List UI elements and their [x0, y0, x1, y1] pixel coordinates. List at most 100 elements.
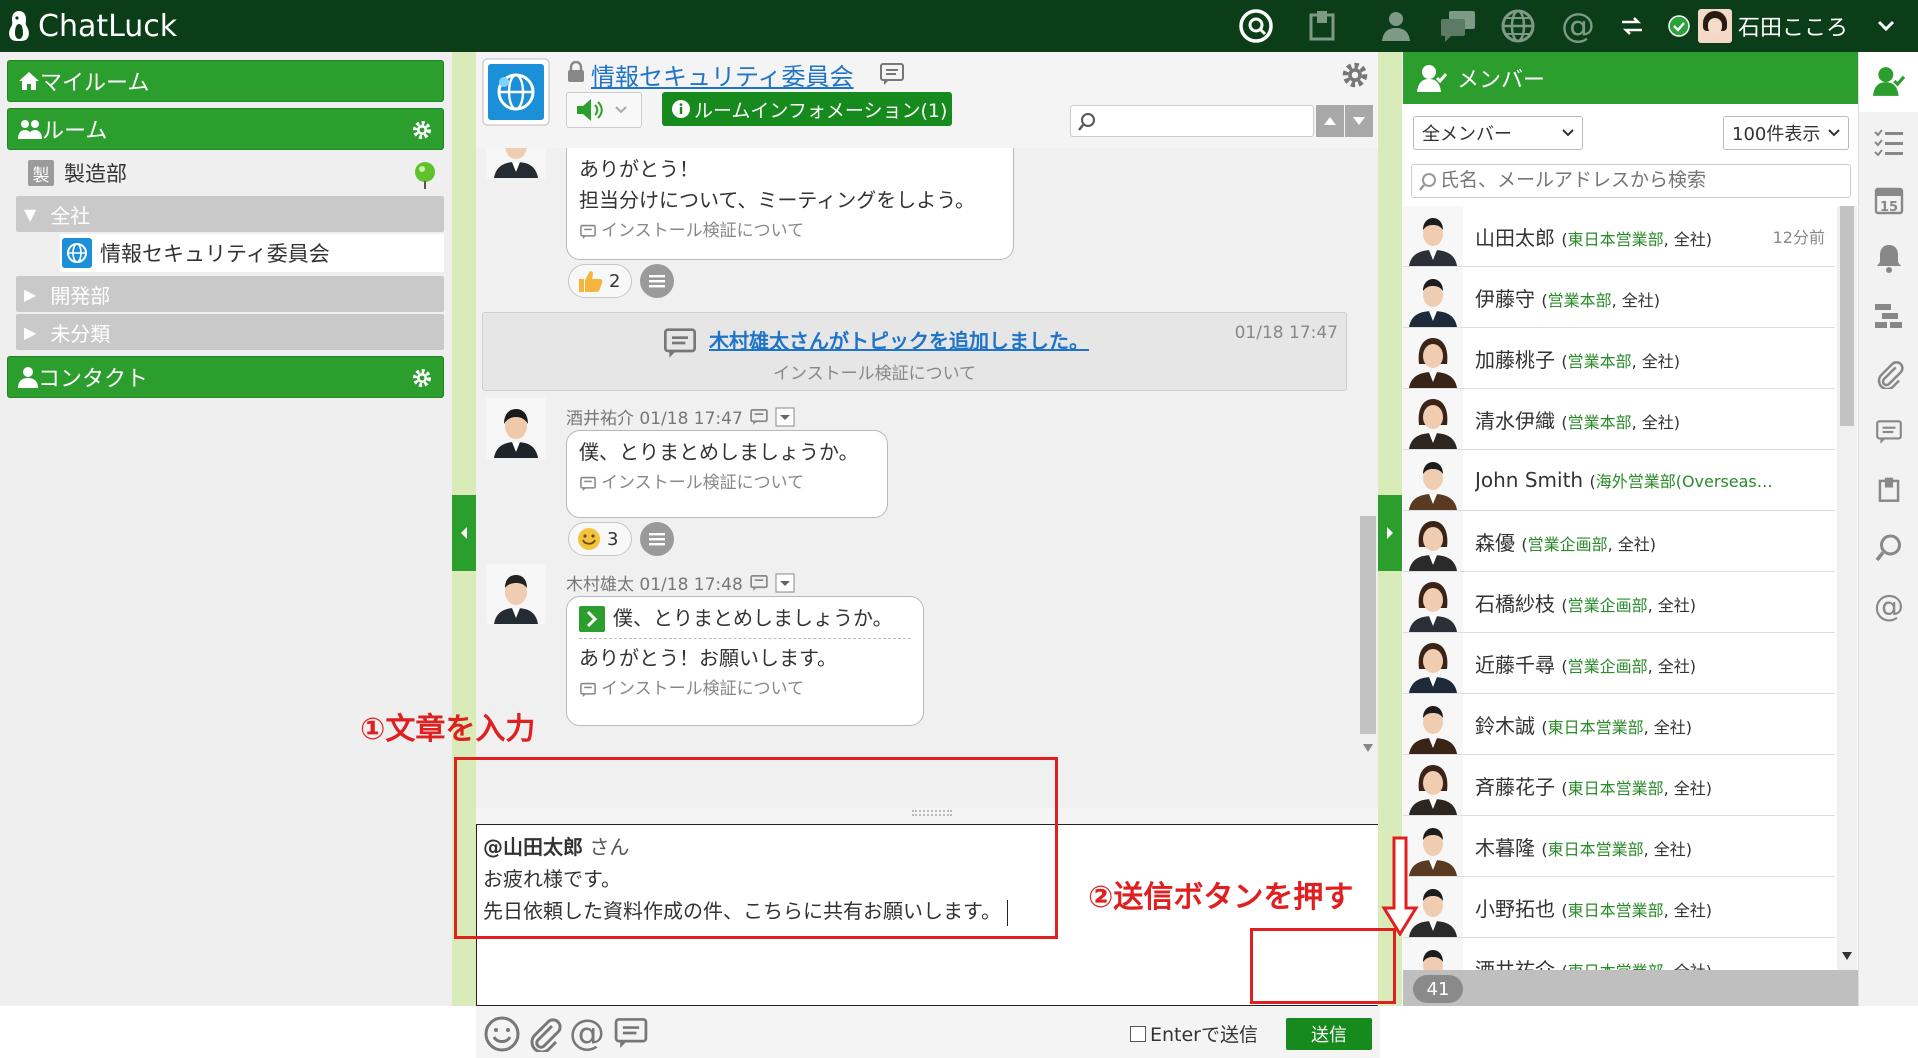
mention-icon[interactable]: @ [568, 1014, 606, 1052]
message-menu-dropdown-icon[interactable] [775, 573, 795, 593]
topic-icon[interactable] [612, 1016, 650, 1050]
member-name-line: 森優 (営業企画部, 全社) [1475, 527, 1656, 556]
search-prev-button[interactable] [1316, 105, 1344, 137]
scrollbar-thumb[interactable] [1360, 516, 1376, 734]
scroll-down-arrow-icon[interactable] [1842, 952, 1852, 960]
message-topic-label: インストール検証について [601, 221, 805, 241]
sound-button[interactable] [566, 92, 642, 128]
message-search-box[interactable] [1070, 105, 1314, 137]
collapse-right-button[interactable] [1378, 495, 1402, 571]
search-icon[interactable] [1873, 532, 1905, 564]
chat-search-icon[interactable] [1236, 6, 1276, 46]
member-name: 石橋紗枝 [1475, 591, 1555, 616]
expand-right-icon: ▶ [24, 284, 37, 304]
emoji-icon[interactable] [484, 1016, 520, 1052]
system-message-title[interactable]: 木村雄太さんがトピックを追加しました。 [709, 325, 1089, 354]
message-text: 担当分けについて、ミーティングをしよう。 [579, 188, 975, 212]
message-text: ありがとう！ [579, 157, 699, 181]
paperclip-icon[interactable] [526, 1016, 562, 1052]
topic-icon[interactable] [1873, 416, 1905, 448]
current-user[interactable]: 石田こころ [1668, 8, 1848, 44]
scroll-down-arrow-icon[interactable] [1363, 744, 1373, 752]
message-menu-dropdown-icon[interactable] [775, 407, 795, 427]
bell-icon[interactable] [1873, 242, 1905, 274]
contacts-icon[interactable] [1376, 6, 1416, 46]
sidebar-myroom[interactable]: マイルーム [7, 60, 444, 102]
message-search-input[interactable] [1103, 109, 1303, 133]
gear-icon[interactable] [411, 119, 433, 141]
message-topic[interactable]: インストール検証について [579, 674, 911, 705]
chat-bubbles-icon[interactable] [1438, 6, 1478, 46]
globe-icon[interactable] [1498, 6, 1538, 46]
message-bubble[interactable]: 僕、とりまとめしましょうか。 ありがとう！お願いします。 インストール検証につい… [566, 596, 924, 726]
topic-icon[interactable] [749, 408, 769, 426]
user-menu-chevron-icon[interactable] [1866, 6, 1906, 46]
mention-icon[interactable]: @ [1873, 590, 1905, 622]
member-name: 森優 [1475, 530, 1515, 555]
enter-to-send-option[interactable]: Enterで送信 [1130, 1020, 1258, 1047]
member-filter-select[interactable]: 全メンバー [1413, 116, 1583, 150]
message-bubble[interactable]: 僕、とりまとめしましょうか。 インストール検証について [566, 430, 888, 518]
topic-icon[interactable] [749, 574, 769, 592]
room-info-button[interactable]: ルームインフォメーション(1) [662, 92, 952, 126]
collapse-left-button[interactable] [452, 495, 476, 571]
member-row[interactable]: 木暮隆 (東日本営業部, 全社) [1403, 816, 1835, 877]
room-title[interactable]: 情報セキュリティ委員会 [591, 57, 854, 92]
member-row[interactable]: 鈴木誠 (東日本営業部, 全社) [1403, 694, 1835, 755]
message-scrollbar[interactable] [1358, 148, 1378, 808]
sidebar-contacts[interactable]: コンタクト [7, 356, 444, 398]
switch-icon[interactable] [1612, 6, 1652, 46]
member-row[interactable]: 近藤千尋 (営業企画部, 全社) [1403, 633, 1835, 694]
sidebar-rooms[interactable]: ルーム [7, 108, 444, 150]
message-bubble[interactable]: ありがとう！ 担当分けについて、ミーティングをしよう。 インストール検証について [566, 148, 1014, 260]
member-row[interactable]: 伊藤守 (営業本部, 全社) [1403, 267, 1835, 328]
message-topic[interactable]: インストール検証について [579, 216, 1001, 247]
bookmark-icon[interactable] [1302, 6, 1342, 46]
member-row[interactable]: 加藤桃子 (営業本部, 全社) [1403, 328, 1835, 389]
member-row[interactable]: John Smith (海外営業部(Overseas… [1403, 450, 1835, 511]
scrollbar-thumb[interactable] [1840, 206, 1854, 426]
member-row[interactable]: 清水伊織 (営業本部, 全社) [1403, 389, 1835, 450]
gantt-icon[interactable] [1873, 300, 1905, 332]
reaction-menu-button[interactable] [640, 522, 674, 556]
reaction-menu-button[interactable] [640, 264, 674, 298]
app-logo[interactable]: ChatLuck [8, 8, 177, 44]
sidebar-group-mibunrui[interactable]: ▶ 未分類 [16, 314, 444, 350]
member-row[interactable]: 森優 (営業企画部, 全社) [1403, 511, 1835, 572]
gear-icon[interactable] [411, 367, 433, 389]
enter-to-send-checkbox[interactable] [1130, 1025, 1146, 1042]
topic-icon[interactable] [878, 62, 906, 86]
member-name: 酒井祐介 [1475, 957, 1555, 971]
send-button[interactable]: 送信 [1286, 1018, 1372, 1050]
member-row[interactable]: 小野拓也 (東日本営業部, 全社) [1403, 877, 1835, 938]
mention-icon[interactable]: @ [1558, 6, 1598, 46]
member-search-box[interactable] [1411, 164, 1851, 198]
sidebar-group-kaihatsu[interactable]: ▶ 開発部 [16, 276, 444, 312]
rail-item-members[interactable] [1859, 52, 1918, 112]
sidebar-room-seizo[interactable]: 製 製造部 [16, 154, 444, 192]
member-name: 山田太郎 [1475, 225, 1555, 250]
member-dept: 営業本部 [1567, 351, 1632, 371]
sidebar-room-security[interactable]: 情報セキュリティ委員会 [60, 234, 444, 272]
calendar-icon[interactable]: 15 [1873, 184, 1905, 216]
sidebar-group-zensha[interactable]: ▼ 全社 [16, 196, 444, 232]
member-row[interactable]: 酒井祐介 (東日本営業部, 全社) [1403, 938, 1835, 970]
member-scrollbar[interactable] [1837, 206, 1857, 970]
search-next-button[interactable] [1345, 105, 1373, 137]
member-search-input[interactable] [1440, 167, 1840, 195]
member-row[interactable]: 山田太郎 (東日本営業部, 全社) 12分前 [1403, 206, 1835, 267]
message-topic[interactable]: インストール検証について [579, 468, 875, 499]
paperclip-icon[interactable] [1873, 358, 1905, 390]
member-row[interactable]: 斉藤花子 (東日本営業部, 全社) [1403, 755, 1835, 816]
members-header: メンバー [1403, 52, 1858, 104]
task-list-icon[interactable] [1873, 126, 1905, 158]
bookmark-icon[interactable] [1873, 474, 1905, 506]
member-row[interactable]: 石橋紗枝 (営業企画部, 全社) [1403, 572, 1835, 633]
room-settings-gear-icon[interactable] [1340, 60, 1370, 90]
annotation-arrow-icon [1381, 836, 1419, 936]
page-size-select[interactable]: 100件表示 [1723, 116, 1849, 150]
reaction-thumbsup[interactable]: 2 [568, 264, 632, 298]
member-filter-value: 全メンバー [1422, 124, 1512, 145]
chevron-down-icon [1562, 129, 1574, 137]
reaction-smile[interactable]: 3 [568, 522, 632, 556]
